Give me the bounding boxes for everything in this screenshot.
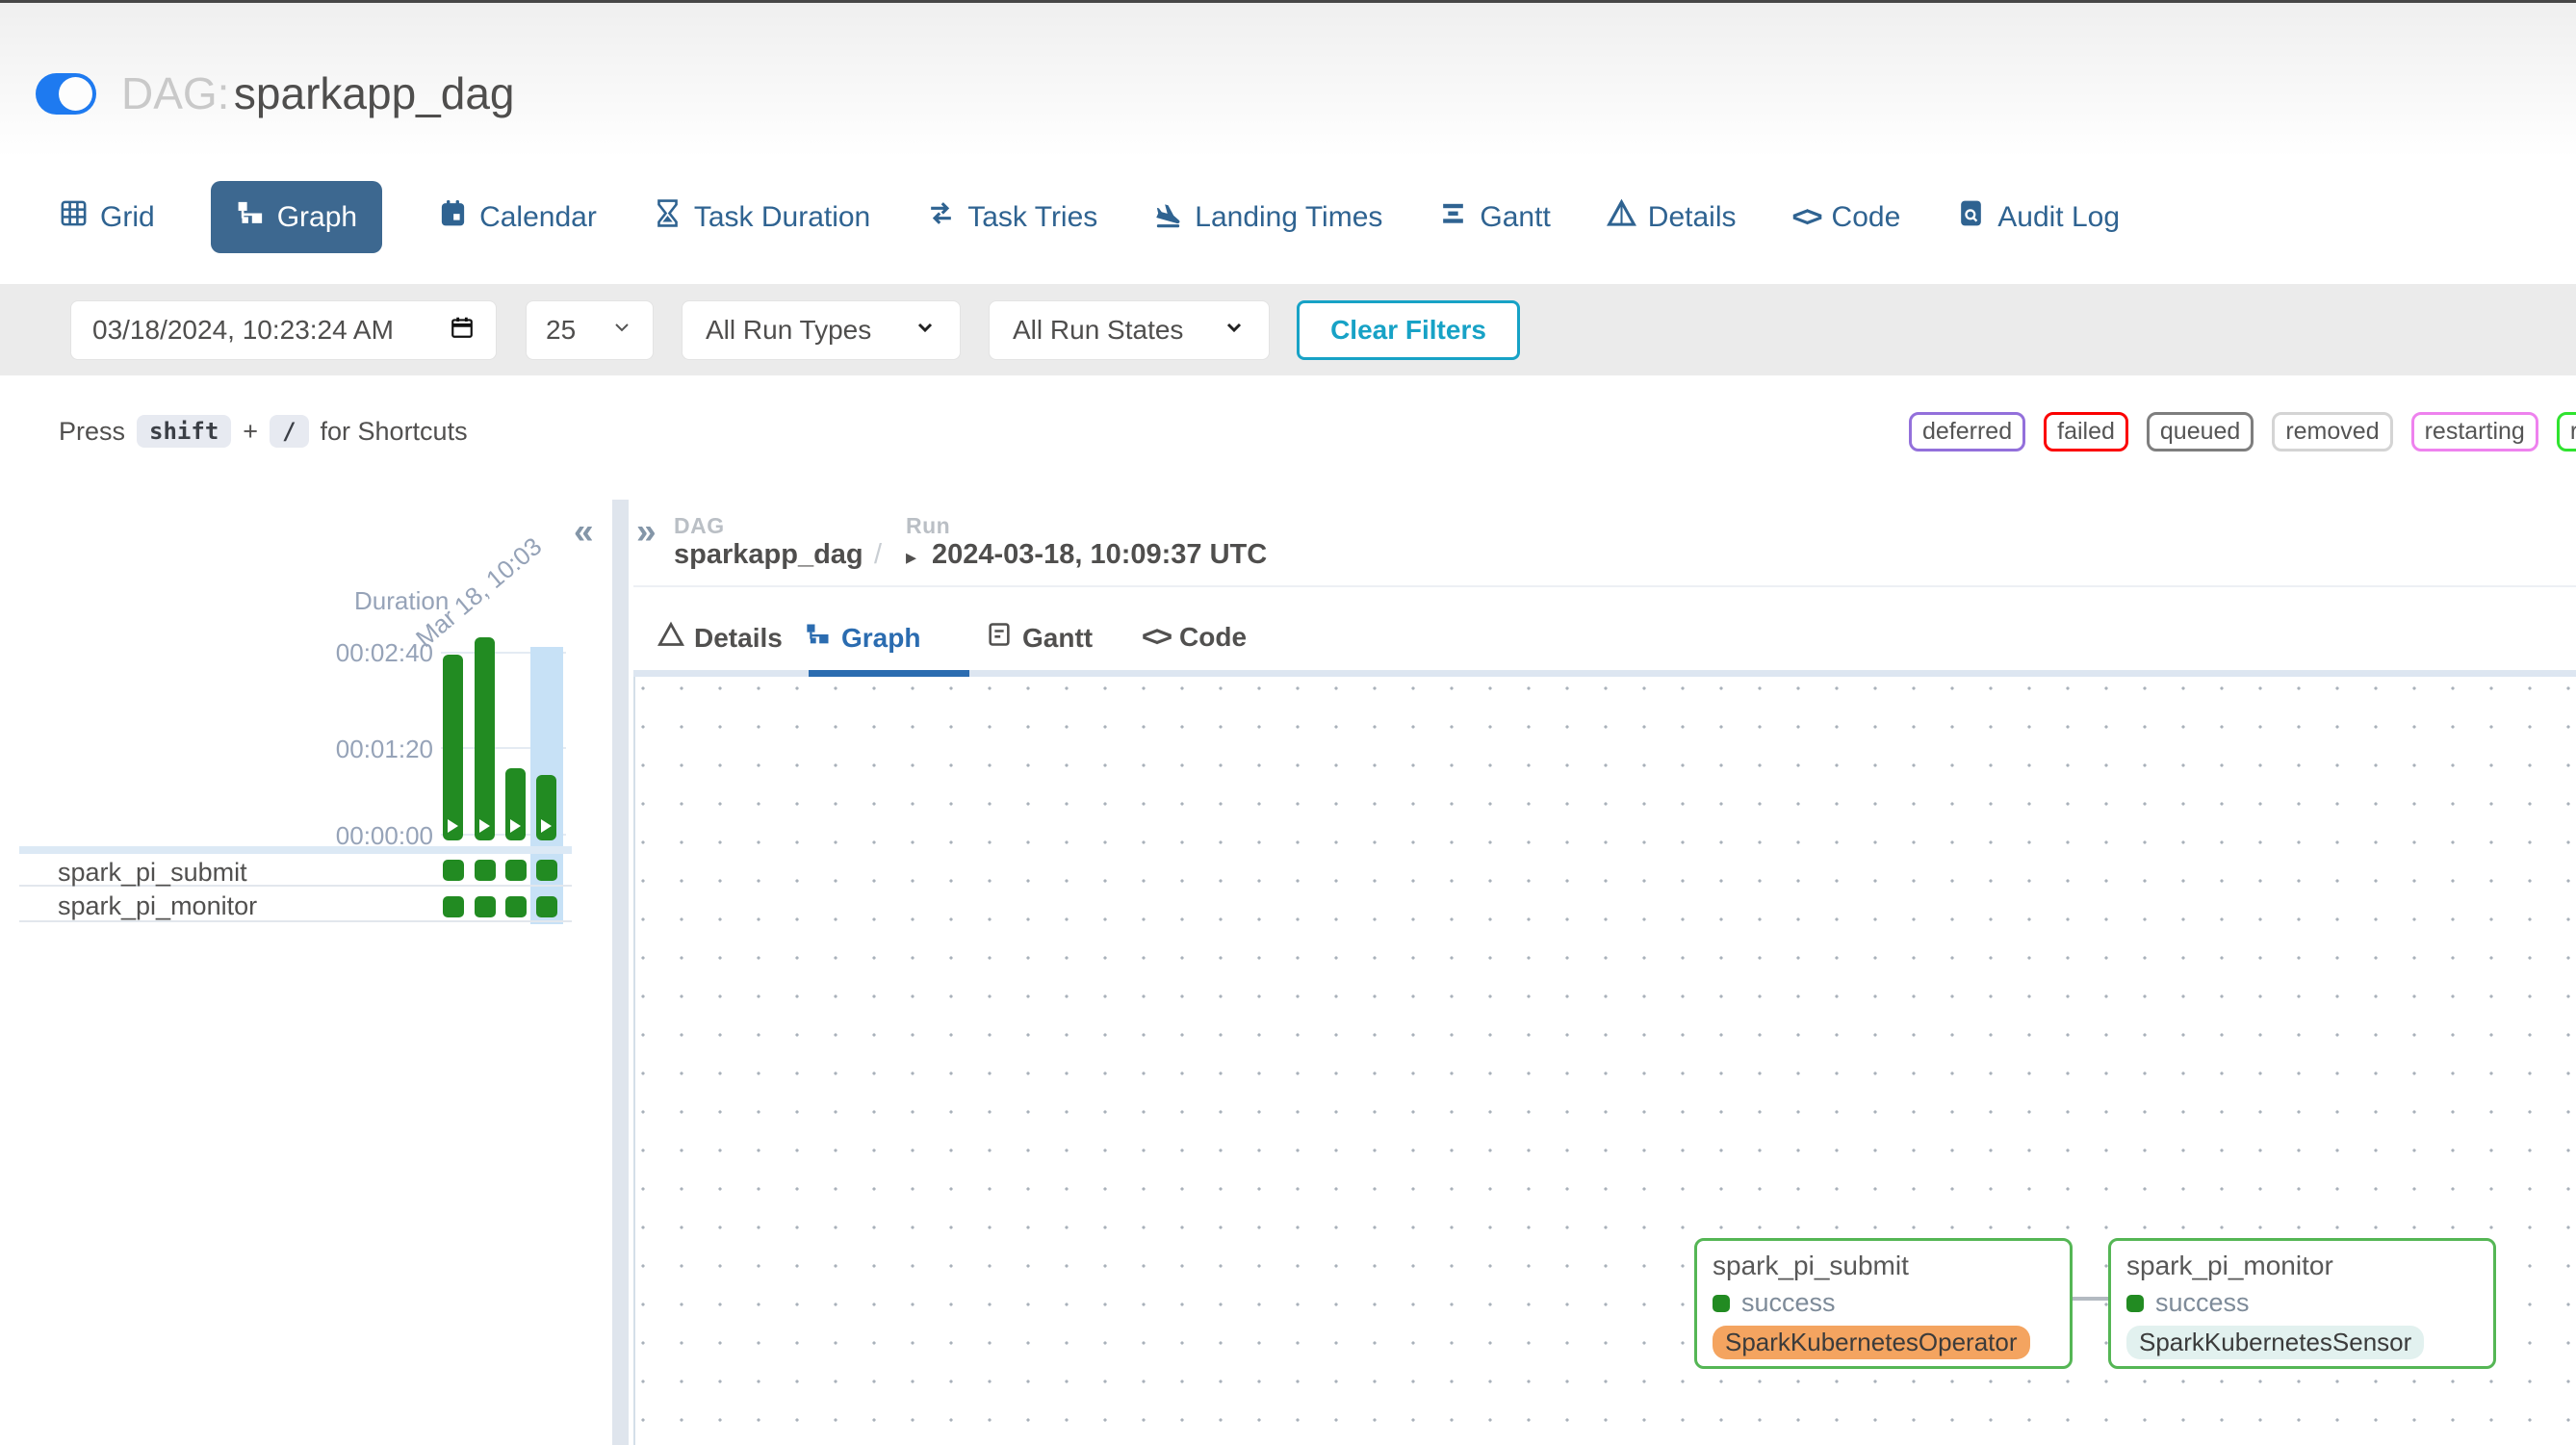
tab-label: Audit Log [1997, 201, 2120, 234]
state-legend-pill-failed[interactable]: failed [2044, 412, 2128, 452]
task-status-text: success [1741, 1288, 1836, 1318]
task-dependency-edge [2073, 1297, 2109, 1301]
state-legend-pill-removed[interactable]: removed [2272, 412, 2392, 452]
breadcrumb-separator: / [874, 539, 882, 571]
chevron-down-icon [610, 315, 633, 346]
graph-canvas[interactable]: spark_pi_submit success SparkKubernetesO… [633, 677, 2576, 1445]
breadcrumb-underline [633, 585, 2576, 587]
task-instance-square[interactable] [475, 860, 496, 881]
run-tab-label: Graph [841, 623, 920, 654]
success-status-square [1713, 1295, 1730, 1312]
status-legend: deferred failed queued removed restarting run… [1909, 412, 2576, 452]
task-instance-square[interactable] [443, 896, 464, 917]
tab-label: Task Duration [694, 201, 870, 234]
plane-landing-icon [1153, 198, 1183, 236]
code-icon: <> [1791, 201, 1819, 234]
task-instance-square[interactable] [505, 896, 527, 917]
warning-triangle-icon [1607, 198, 1636, 236]
tab-label: Code [1832, 201, 1901, 234]
run-marker-icon[interactable]: ▸ [906, 545, 916, 570]
code-icon: <> [1142, 621, 1170, 654]
success-status-square [2126, 1295, 2144, 1312]
breadcrumb-run-value[interactable]: 2024-03-18, 10:09:37 UTC [932, 539, 1267, 571]
chevron-down-icon [914, 315, 937, 346]
task-node-spark-pi-monitor[interactable]: spark_pi_monitor success SparkKubernetes… [2108, 1238, 2496, 1369]
warning-triangle-icon [657, 621, 684, 655]
task-instance-square[interactable] [536, 860, 557, 881]
repeat-icon [926, 198, 956, 236]
active-tab-underline [809, 670, 969, 677]
tab-label: Task Tries [967, 201, 1097, 234]
operator-badge: SparkKubernetesSensor [2126, 1326, 2424, 1359]
breadcrumb-run-label: Run [906, 513, 950, 539]
run-tab-gantt[interactable]: Gantt [986, 621, 1093, 655]
tab-label: Details [1648, 201, 1737, 234]
audit-log-icon [1956, 198, 1986, 236]
panel-divider[interactable] [612, 500, 629, 1445]
clear-filters-button[interactable]: Clear Filters [1297, 300, 1520, 360]
tab-audit-log[interactable]: Audit Log [1956, 198, 2120, 236]
tab-gantt[interactable]: Gantt [1438, 198, 1550, 236]
run-states-select[interactable]: All Run States [989, 300, 1270, 360]
airflow-dag-page: DAG: sparkapp_dag Grid Graph Calendar Ta… [0, 0, 2576, 1445]
task-node-title: spark_pi_submit [1713, 1251, 2054, 1281]
run-tab-graph[interactable]: Graph [805, 621, 920, 655]
task-status-text: success [2155, 1288, 2250, 1318]
tab-label: Gantt [1480, 201, 1550, 234]
clear-filters-label: Clear Filters [1330, 315, 1486, 346]
state-legend-pill-queued[interactable]: queued [2147, 412, 2254, 452]
gantt-icon [1438, 198, 1468, 236]
task-instance-squares [0, 0, 612, 963]
chevron-down-icon [1223, 315, 1246, 346]
run-tab-label: Gantt [1022, 623, 1093, 654]
gantt-doc-icon [986, 621, 1013, 655]
tab-details[interactable]: Details [1607, 198, 1737, 236]
run-tab-label: Code [1179, 622, 1247, 653]
run-types-select[interactable]: All Run Types [682, 300, 961, 360]
task-instance-square[interactable] [443, 860, 464, 881]
tab-code[interactable]: <> Code [1791, 201, 1900, 234]
run-tab-code[interactable]: <> Code [1142, 621, 1247, 654]
expand-panel-chevron[interactable]: » [636, 511, 657, 552]
breadcrumb-dag-label: DAG [674, 513, 725, 539]
state-legend-pill-restarting[interactable]: restarting [2411, 412, 2538, 452]
graph-icon [805, 621, 832, 655]
tab-landing-times[interactable]: Landing Times [1153, 198, 1382, 236]
tab-label: Landing Times [1195, 201, 1382, 234]
tab-task-duration[interactable]: Task Duration [653, 198, 870, 236]
task-node-spark-pi-submit[interactable]: spark_pi_submit success SparkKubernetesO… [1694, 1238, 2073, 1369]
tab-task-tries[interactable]: Task Tries [926, 198, 1097, 236]
state-legend-pill-deferred[interactable]: deferred [1909, 412, 2025, 452]
breadcrumb-dag-name[interactable]: sparkapp_dag [674, 539, 863, 571]
run-tab-label: Details [694, 623, 783, 654]
task-instance-square[interactable] [536, 896, 557, 917]
hourglass-icon [653, 198, 683, 236]
task-instance-square[interactable] [475, 896, 496, 917]
run-types-value: All Run Types [706, 315, 871, 346]
task-instance-square[interactable] [505, 860, 527, 881]
run-states-value: All Run States [1013, 315, 1183, 346]
run-tab-details[interactable]: Details [657, 621, 783, 655]
state-legend-pill-running[interactable]: running [2557, 412, 2576, 452]
collapse-panel-chevron[interactable]: « [574, 511, 594, 552]
operator-badge: SparkKubernetesOperator [1713, 1326, 2030, 1359]
task-node-title: spark_pi_monitor [2126, 1251, 2478, 1281]
